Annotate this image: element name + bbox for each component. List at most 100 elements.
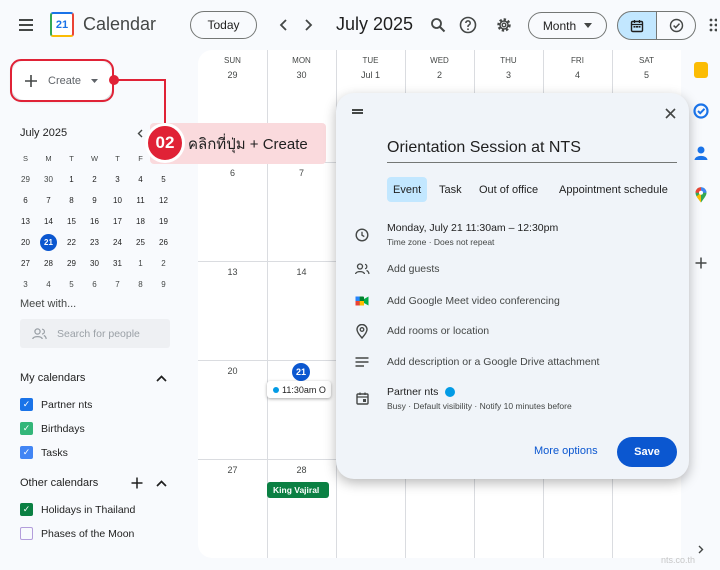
- mini-prev-button[interactable]: [134, 126, 146, 140]
- tasks-app-button[interactable]: [692, 102, 710, 120]
- keep-icon[interactable]: [694, 62, 708, 78]
- day-number[interactable]: 29: [198, 70, 267, 80]
- save-button[interactable]: Save: [617, 437, 677, 467]
- mini-day[interactable]: 25: [129, 232, 152, 253]
- mini-day[interactable]: 31: [106, 253, 129, 274]
- mini-day[interactable]: 30: [37, 169, 60, 190]
- next-month-button[interactable]: [298, 14, 318, 36]
- calendar-item[interactable]: ✓ Partner nts: [20, 398, 92, 411]
- expand-side-panel-button[interactable]: [694, 542, 708, 556]
- mini-day[interactable]: 16: [83, 211, 106, 232]
- mini-day[interactable]: 2: [152, 253, 175, 274]
- checkbox-checked-icon[interactable]: ✓: [20, 398, 33, 411]
- mini-day[interactable]: 20: [14, 232, 37, 253]
- day-number[interactable]: 20: [198, 366, 267, 376]
- calendar-view-toggle[interactable]: [617, 11, 657, 40]
- mini-day[interactable]: 12: [152, 190, 175, 211]
- my-calendars-heading[interactable]: My calendars: [20, 372, 85, 384]
- settings-button[interactable]: [493, 14, 515, 36]
- collapse-my-calendars-button[interactable]: [154, 371, 168, 385]
- calendar-selector[interactable]: Partner nts: [387, 386, 456, 398]
- mini-day[interactable]: 27: [14, 253, 37, 274]
- day-number[interactable]: Jul 1: [336, 70, 405, 80]
- mini-day[interactable]: 9: [152, 274, 175, 295]
- mini-day[interactable]: 22: [60, 232, 83, 253]
- mini-day-selected[interactable]: 21: [40, 234, 57, 251]
- day-number[interactable]: 30: [267, 70, 336, 80]
- event-title-input[interactable]: Orientation Session at NTS: [387, 139, 677, 163]
- calendar-item[interactable]: ✓ Birthdays: [20, 422, 85, 435]
- calendar-item[interactable]: ✓ Tasks: [20, 446, 68, 459]
- mini-day[interactable]: 14: [37, 211, 60, 232]
- day-number[interactable]: 6: [198, 168, 267, 178]
- checkbox-unchecked-icon[interactable]: [20, 527, 33, 540]
- checkbox-checked-icon[interactable]: ✓: [20, 446, 33, 459]
- search-button[interactable]: [427, 14, 449, 36]
- day-number[interactable]: 3: [474, 70, 543, 80]
- get-addons-button[interactable]: [692, 254, 710, 272]
- contacts-app-button[interactable]: [692, 144, 710, 162]
- day-number[interactable]: 27: [198, 465, 267, 475]
- mini-day[interactable]: 29: [14, 169, 37, 190]
- mini-day[interactable]: 8: [129, 274, 152, 295]
- add-rooms-location-field[interactable]: Add rooms or location: [387, 325, 489, 337]
- tab-appointment-schedule[interactable]: Appointment schedule: [559, 177, 668, 202]
- day-number[interactable]: 4: [543, 70, 612, 80]
- mini-day[interactable]: 7: [37, 190, 60, 211]
- availability-visibility-notify[interactable]: Busy · Default visibility · Notify 10 mi…: [387, 401, 572, 411]
- day-number[interactable]: 13: [198, 267, 267, 277]
- tab-task[interactable]: Task: [439, 177, 462, 202]
- add-other-calendar-button[interactable]: [130, 476, 144, 490]
- mini-day[interactable]: 10: [106, 190, 129, 211]
- day-number[interactable]: 5: [612, 70, 681, 80]
- add-meet-button[interactable]: Add Google Meet video conferencing: [387, 295, 560, 307]
- mini-day[interactable]: 26: [152, 232, 175, 253]
- mini-day[interactable]: 29: [60, 253, 83, 274]
- mini-day[interactable]: 24: [106, 232, 129, 253]
- mini-day[interactable]: 4: [37, 274, 60, 295]
- mini-day[interactable]: 11: [129, 190, 152, 211]
- mini-day[interactable]: 3: [106, 169, 129, 190]
- mini-day[interactable]: 30: [83, 253, 106, 274]
- mini-day[interactable]: 6: [83, 274, 106, 295]
- mini-day[interactable]: 8: [60, 190, 83, 211]
- apps-launcher-button[interactable]: [707, 14, 719, 36]
- collapse-other-calendars-button[interactable]: [154, 476, 168, 490]
- main-menu-button[interactable]: [13, 14, 39, 36]
- calendar-item[interactable]: ✓ Holidays in Thailand: [20, 503, 135, 516]
- checkbox-checked-icon[interactable]: ✓: [20, 422, 33, 435]
- mini-day[interactable]: 19: [152, 211, 175, 232]
- more-options-button[interactable]: More options: [534, 445, 598, 457]
- checkbox-checked-icon[interactable]: ✓: [20, 503, 33, 516]
- day-number[interactable]: 7: [267, 168, 336, 178]
- close-dialog-button[interactable]: [658, 101, 682, 125]
- mini-day[interactable]: 1: [60, 169, 83, 190]
- tab-event[interactable]: Event: [387, 177, 428, 202]
- mini-day[interactable]: 23: [83, 232, 106, 253]
- mini-day[interactable]: 3: [14, 274, 37, 295]
- mini-day[interactable]: 6: [14, 190, 37, 211]
- tasks-view-toggle[interactable]: [656, 11, 696, 40]
- view-selector[interactable]: Month: [528, 12, 607, 39]
- mini-day[interactable]: 17: [106, 211, 129, 232]
- mini-day[interactable]: 15: [60, 211, 83, 232]
- mini-day[interactable]: 1: [129, 253, 152, 274]
- mini-day[interactable]: 5: [60, 274, 83, 295]
- drag-handle-icon[interactable]: [352, 109, 363, 111]
- day-number[interactable]: 28: [267, 465, 336, 475]
- selected-date-21[interactable]: 21: [292, 363, 310, 381]
- mini-day[interactable]: 4: [129, 169, 152, 190]
- day-number[interactable]: 2: [405, 70, 474, 80]
- day-number[interactable]: 14: [267, 267, 336, 277]
- help-button[interactable]: [457, 14, 479, 36]
- mini-day[interactable]: 28: [37, 253, 60, 274]
- mini-day[interactable]: 2: [83, 169, 106, 190]
- time-zone-repeat[interactable]: Time zone · Does not repeat: [387, 237, 494, 247]
- today-button[interactable]: Today: [190, 11, 257, 39]
- mini-day[interactable]: 18: [129, 211, 152, 232]
- calendar-item[interactable]: Phases of the Moon: [20, 527, 134, 540]
- add-description-field[interactable]: Add description or a Google Drive attach…: [387, 356, 599, 368]
- event-chip-orientation[interactable]: 11:30am O: [267, 381, 331, 398]
- mini-day[interactable]: 7: [106, 274, 129, 295]
- add-guests-field[interactable]: Add guests: [387, 263, 440, 275]
